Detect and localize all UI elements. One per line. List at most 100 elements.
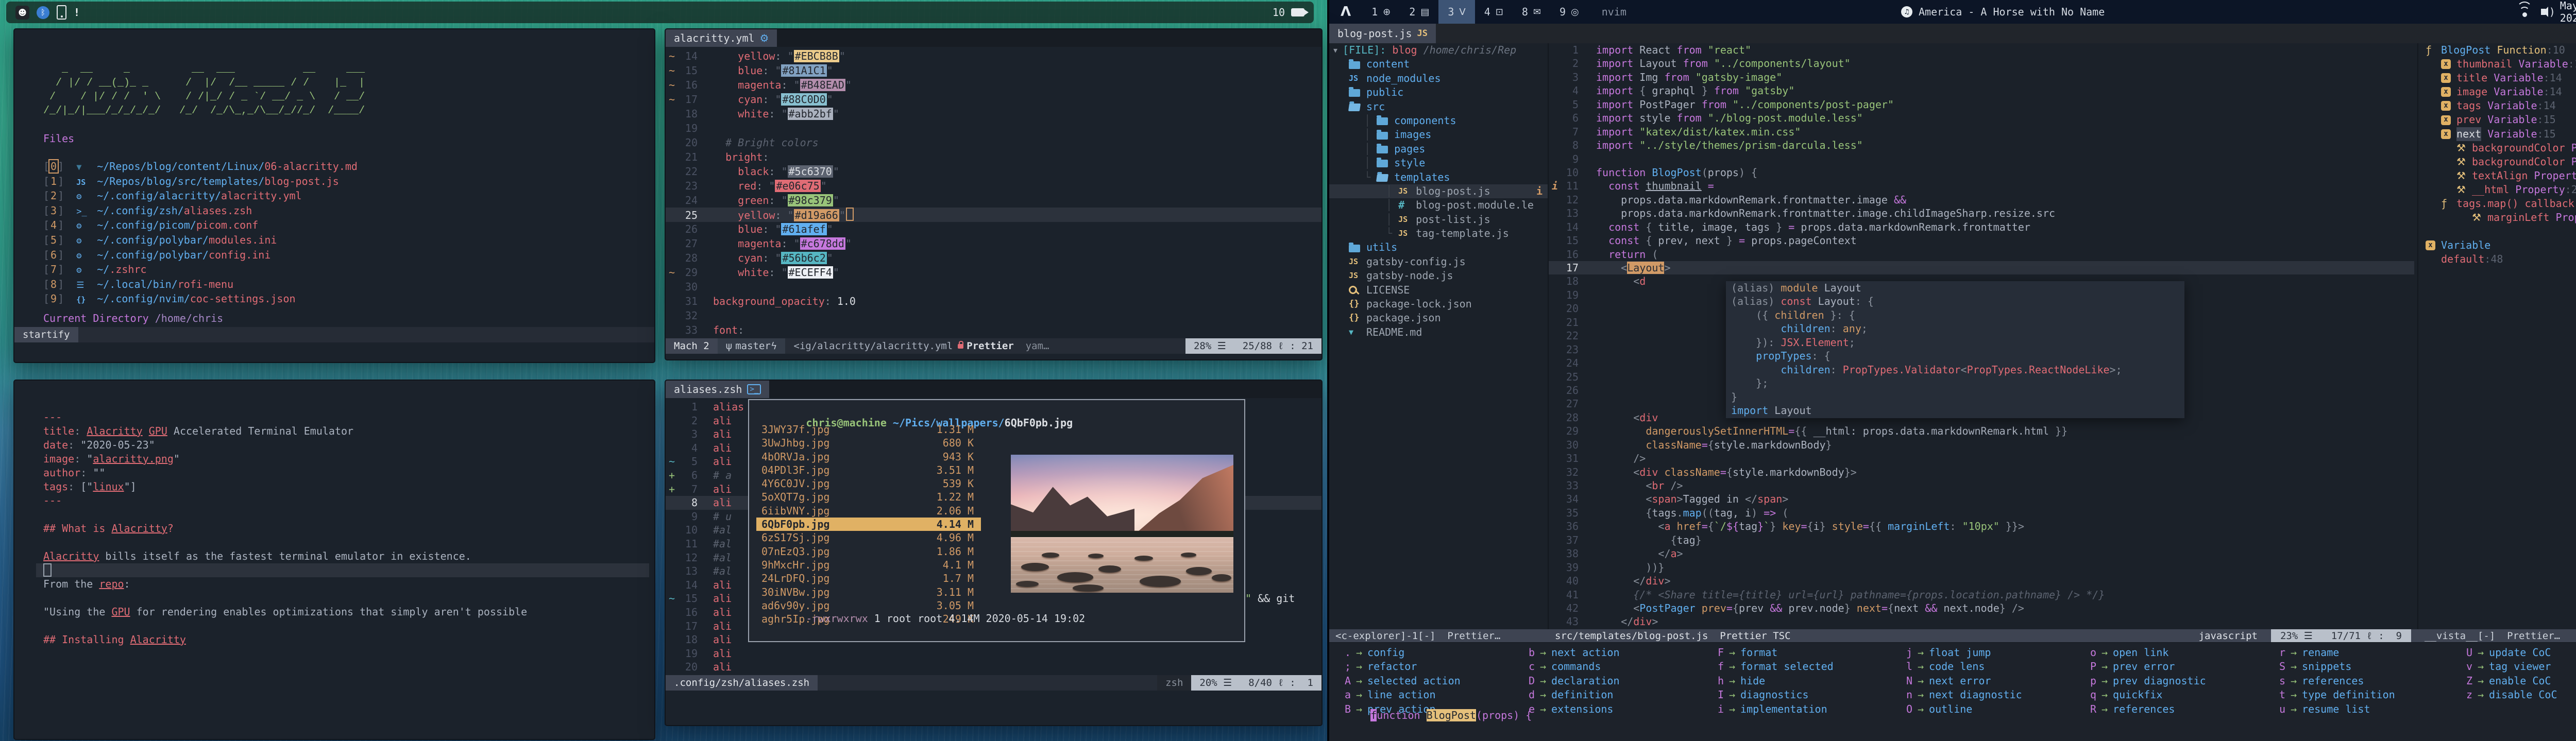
markdown-line[interactable] xyxy=(43,536,649,549)
markdown-line[interactable] xyxy=(43,591,649,605)
code-line-6[interactable]: 6import style from "./blog-post.module.l… xyxy=(1549,111,2414,125)
explorer-item-node_modules[interactable]: JSnode_modules xyxy=(1329,72,1548,85)
code-line-4[interactable]: 4import { graphql } from "gatsby" xyxy=(1549,84,2414,97)
code-line-37[interactable]: 37 {tag} xyxy=(1549,533,2414,547)
explorer-item-blog-post.js[interactable]: │ JSblog-post.jsi xyxy=(1329,184,1548,198)
outline-item[interactable]: ⚒marginLeft Property:36 xyxy=(2418,211,2576,225)
startify-entry[interactable]: [0] ▼~/Repos/blog/content/Linux/06-alacr… xyxy=(43,159,358,174)
zsh-line[interactable]: 20ali xyxy=(666,660,1321,674)
tab-blog-post-js[interactable]: blog-post.jsJS xyxy=(1329,24,1436,43)
startify-entry[interactable]: [3] >_~/.config/zsh/aliases.zsh xyxy=(43,203,358,218)
vista-outline[interactable]: ƒBlogPost Function:10xthumbnail Variable… xyxy=(2417,43,2576,629)
code-line-31[interactable]: 31 /> xyxy=(1549,452,2414,465)
code-line-36[interactable]: 36 <a href={`/${tag}`} key={i} style={{ … xyxy=(1549,520,2414,533)
code-line-43[interactable]: 43 </div> xyxy=(1549,615,2414,628)
code-line-40[interactable]: 40 </div> xyxy=(1549,574,2414,588)
startify-entry[interactable]: [1] JS~/Repos/blog/src/templates/blog-po… xyxy=(43,174,358,189)
yaml-line[interactable]: 21 bright: xyxy=(666,150,1321,164)
explorer-item-package.json[interactable]: {}package.json xyxy=(1329,311,1548,325)
explorer-item-blog-post.module.le[interactable]: │ #blog-post.module.le xyxy=(1329,198,1548,212)
code-line-32[interactable]: 32 <div className={style.markdownBody}> xyxy=(1549,466,2414,479)
code-line-42[interactable]: 42 <PostPager prev={prev && prev.node} n… xyxy=(1549,601,2414,615)
yaml-line[interactable]: ~16 magenta: "#B48EAD" xyxy=(666,78,1321,92)
explorer-item-public[interactable]: public xyxy=(1329,85,1548,99)
startify-entry[interactable]: [4] ⚙~/.config/picom/picom.conf xyxy=(43,218,358,233)
startify-entry[interactable]: [8] ☰~/.local/bin/rofi-menu xyxy=(43,277,358,292)
fzf-file-row[interactable]: 4bORVJa.jpg943 K xyxy=(756,450,981,463)
outline-item[interactable]: ⚒backgroundColor Property: xyxy=(2418,141,2576,155)
outline-item[interactable]: ximage Variable:14 xyxy=(2418,85,2576,99)
yaml-line[interactable]: 25 yellow: "#d19a66" xyxy=(666,208,1321,222)
outline-item[interactable]: xVariable xyxy=(2418,238,2576,252)
outline-item[interactable]: default:48 xyxy=(2418,252,2576,266)
date[interactable]: May 25, 2020 xyxy=(2560,0,2576,24)
code-line-3[interactable]: 3import Img from "gatsby-image" xyxy=(1549,71,2414,84)
startify-entry[interactable]: [5] ⚙~/.config/polybar/modules.ini xyxy=(43,233,358,248)
code-line-30[interactable]: 30 className={style.markdownBody} xyxy=(1549,438,2414,452)
explorer-item-images[interactable]: │ images xyxy=(1329,128,1548,142)
explorer-item-post-list.js[interactable]: │ JSpost-list.js xyxy=(1329,213,1548,227)
code-line-12[interactable]: 12 props.data.markdownRemark.frontmatter… xyxy=(1549,193,2414,206)
code-line-34[interactable]: 34 <span>Tagged in </span> xyxy=(1549,492,2414,506)
outline-item[interactable]: xthumbnail Variable:11 xyxy=(2418,57,2576,71)
explorer-item-src[interactable]: src xyxy=(1329,100,1548,114)
outline-item[interactable]: xtitle Variable:14 xyxy=(2418,71,2576,85)
system-tray[interactable]: ☻ ᛒ ! xyxy=(15,5,80,20)
yaml-line[interactable]: ~14 yellow: "#EBCB8B" xyxy=(666,49,1321,63)
code-line-9[interactable]: 9 xyxy=(1549,152,2414,166)
startify-entry[interactable]: [7] ⚙~/.zshrc xyxy=(43,262,358,277)
code-line-1[interactable]: 1import React from "react" xyxy=(1549,43,2414,57)
outline-item[interactable]: xtags Variable:14 xyxy=(2418,99,2576,113)
explorer-item-gatsby-config.js[interactable]: JSgatsby-config.js xyxy=(1329,255,1548,269)
workspace-8[interactable]: 8✉ xyxy=(1513,0,1550,24)
fzf-file-row[interactable]: 30iNVBw.jpg3.11 M xyxy=(756,585,981,599)
workspace-3[interactable]: 3V xyxy=(1438,0,1475,24)
code-line-13[interactable]: 13 props.data.markdownRemark.frontmatter… xyxy=(1549,206,2414,220)
explorer-root[interactable]: ▾[FILE]: blog /home/chris/Rep xyxy=(1329,43,1548,57)
camera-icon[interactable] xyxy=(1291,8,1304,16)
bluetooth-icon[interactable]: ᛒ xyxy=(37,6,49,19)
code-line-11[interactable]: i11 const thumbnail = xyxy=(1549,179,2414,193)
workspace-1[interactable]: 1⊕ xyxy=(1362,0,1400,24)
code-line-8[interactable]: 8import "../style/themes/prism-darcula.l… xyxy=(1549,139,2414,152)
fzf-file-row[interactable]: 3UwJhbg.jpg680 K xyxy=(756,436,981,450)
yaml-line[interactable]: ~15 blue: "#81A1C1" xyxy=(666,63,1321,78)
workspace-4[interactable]: 4⊡ xyxy=(1475,0,1513,24)
now-playing[interactable]: ♫ America - A Horse with No Name xyxy=(1901,0,2105,24)
volume-icon[interactable] xyxy=(2541,9,2546,15)
fzf-file-row[interactable]: 5oXQT7g.jpg1.22 M xyxy=(756,490,981,504)
fzf-file-row[interactable]: 6QbF0pb.jpg4.14 M xyxy=(756,518,981,531)
phone-icon[interactable] xyxy=(57,5,66,20)
code-line-29[interactable]: 29 dangerouslySetInnerHTML={{ __html: pr… xyxy=(1549,424,2414,438)
explorer-item-templates[interactable]: └ templates xyxy=(1329,170,1548,184)
code-line-7[interactable]: 7import "katex/dist/katex.min.css" xyxy=(1549,125,2414,139)
discord-icon[interactable]: ☻ xyxy=(15,6,29,20)
startify-entry[interactable]: [2] ⚙~/.config/alacritty/alacritty.yml xyxy=(43,188,358,203)
code-line-41[interactable]: 41 {/* <Share title={title} url={url} pa… xyxy=(1549,588,2414,601)
yaml-line[interactable]: 32 xyxy=(666,308,1321,323)
markdown-line[interactable]: --- xyxy=(43,494,649,508)
code-line-38[interactable]: 38 </a> xyxy=(1549,547,2414,560)
explorer-item-components[interactable]: │ components xyxy=(1329,114,1548,128)
outline-item[interactable]: ƒtags.map() callback Functi xyxy=(2418,197,2576,211)
code-line-35[interactable]: 35 {tags.map((tag, i) => ( xyxy=(1549,506,2414,520)
wifi-icon[interactable] xyxy=(2519,7,2530,17)
yaml-line[interactable]: 28 cyan: "#56b6c2" xyxy=(666,251,1321,265)
fzf-file-row[interactable]: 24LrDFQ.jpg1.7 M xyxy=(756,572,981,585)
workspace-2[interactable]: 2▤ xyxy=(1400,0,1438,24)
fzf-file-row[interactable]: 07nEzQ3.jpg1.86 M xyxy=(756,545,981,558)
markdown-line[interactable]: image: "alacritty.png" xyxy=(43,452,649,466)
fzf-file-row[interactable]: 04PDl3F.jpg3.51 M xyxy=(756,463,981,477)
yaml-line[interactable]: ~29 white: "#ECEFF4" xyxy=(666,265,1321,280)
explorer-item-utils[interactable]: utils xyxy=(1329,240,1548,254)
code-line-5[interactable]: 5import PostPager from "../components/po… xyxy=(1549,98,2414,111)
yaml-line[interactable]: 31background_opacity: 1.0 xyxy=(666,294,1321,308)
markdown-line[interactable] xyxy=(43,619,649,633)
outline-item[interactable]: xnext Variable:15 xyxy=(2418,127,2576,141)
yaml-line[interactable]: 33font: xyxy=(666,323,1321,337)
fzf-file-row[interactable]: 6zS17Sj.jpg4.96 M xyxy=(756,531,981,544)
markdown-line[interactable]: "Using the GPU for rendering enables opt… xyxy=(43,605,649,619)
explorer-item-package-lock.json[interactable]: {}package-lock.json xyxy=(1329,297,1548,311)
fzf-file-row[interactable]: 9hMxcHr.jpg4.1 M xyxy=(756,558,981,572)
alert-icon[interactable]: ! xyxy=(74,6,80,19)
